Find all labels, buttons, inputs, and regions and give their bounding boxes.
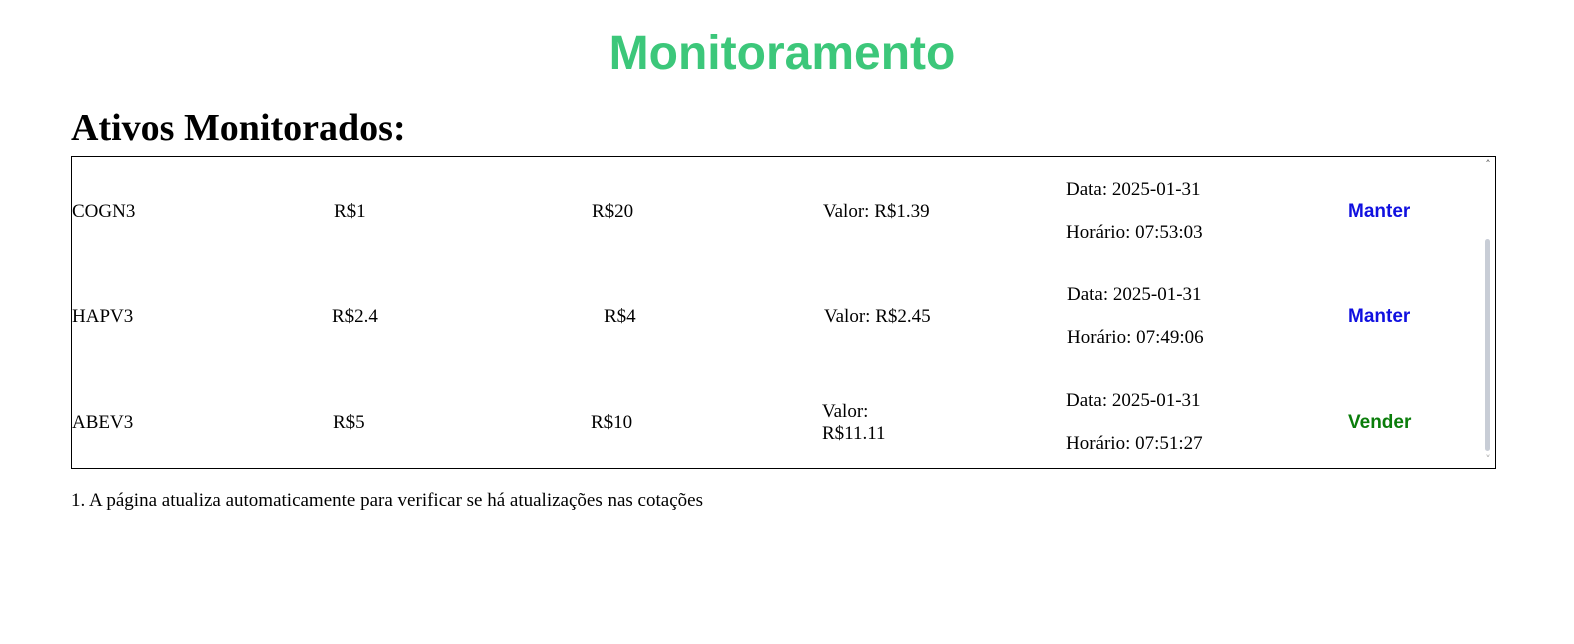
- asset-time: Horário: 07:53:03: [1066, 222, 1203, 243]
- asset-ticker: COGN3: [72, 201, 136, 222]
- asset-status: Manter: [1348, 306, 1411, 327]
- asset-ticker: HAPV3: [72, 306, 134, 327]
- valor-label: Valor:: [823, 201, 870, 222]
- auto-refresh-note: 1. A página atualiza automaticamente par…: [71, 490, 703, 511]
- scrollbar-thumb[interactable]: [1485, 239, 1490, 451]
- asset-max-price: R$10: [591, 412, 633, 433]
- asset-ticker: ABEV3: [72, 412, 134, 433]
- valor-amount: R$2.45: [875, 306, 931, 327]
- section-heading: Ativos Monitorados:: [71, 107, 406, 149]
- asset-time: Horário: 07:51:27: [1066, 433, 1203, 454]
- asset-min-price: R$2.4: [332, 306, 378, 327]
- asset-current-value: Valor: R$1.39: [823, 201, 930, 223]
- list-item: COGN3 R$1 R$20 Valor: R$1.39 Data: 2025-…: [72, 163, 1482, 269]
- asset-time: Horário: 07:49:06: [1067, 327, 1204, 348]
- monitored-assets-list[interactable]: COGN3 R$1 R$20 Valor: R$1.39 Data: 2025-…: [71, 156, 1496, 469]
- valor-amount: R$11.11: [822, 423, 886, 444]
- list-item: HAPV3 R$2.4 R$4 Valor: R$2.45 Data: 2025…: [72, 269, 1482, 375]
- valor-label: Valor:: [824, 306, 871, 327]
- asset-date: Data: 2025-01-31: [1066, 390, 1201, 411]
- asset-datetime: Data: 2025-01-31 Horário: 07:53:03: [1066, 179, 1203, 244]
- asset-current-value: Valor: R$2.45: [824, 306, 931, 328]
- asset-date: Data: 2025-01-31: [1066, 179, 1201, 200]
- chevron-down-icon[interactable]: ˅: [1481, 454, 1495, 466]
- page-title: Monitoramento: [608, 27, 956, 80]
- valor-amount: R$1.39: [874, 201, 930, 222]
- asset-min-price: R$1: [334, 201, 366, 222]
- asset-min-price: R$5: [333, 412, 365, 433]
- chevron-up-icon[interactable]: ˄: [1481, 159, 1495, 171]
- asset-datetime: Data: 2025-01-31 Horário: 07:51:27: [1066, 390, 1203, 455]
- asset-date: Data: 2025-01-31: [1067, 284, 1202, 305]
- valor-label: Valor:: [822, 401, 869, 422]
- asset-status: Manter: [1348, 201, 1411, 222]
- list-item: ABEV3 R$5 R$10 Valor: R$11.11 Data: 2025…: [72, 375, 1482, 468]
- asset-max-price: R$20: [592, 201, 634, 222]
- asset-max-price: R$4: [604, 306, 636, 327]
- asset-current-value: Valor: R$11.11: [822, 401, 886, 445]
- asset-datetime: Data: 2025-01-31 Horário: 07:49:06: [1067, 284, 1204, 349]
- list-scrollbar[interactable]: ˄ ˅: [1481, 157, 1495, 468]
- asset-status: Vender: [1348, 412, 1412, 433]
